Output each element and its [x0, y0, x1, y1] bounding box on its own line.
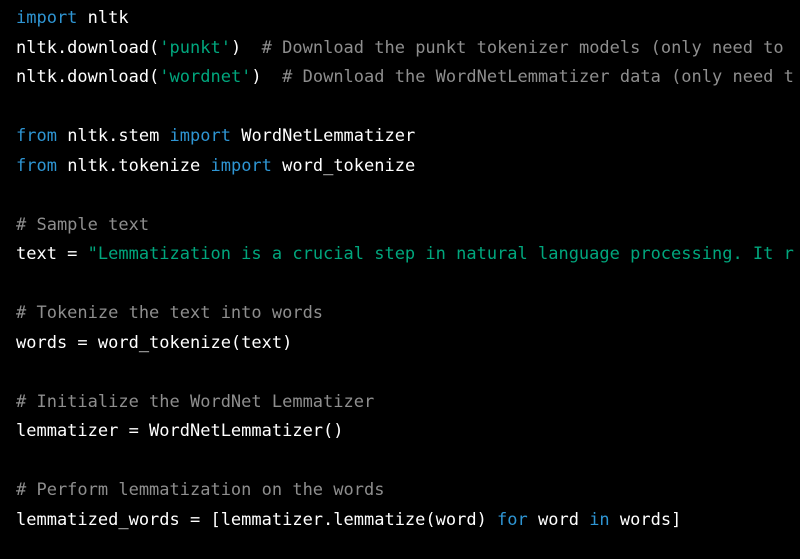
code-line: lemmatized_words = [lemmatizer.lemmatize… — [16, 506, 794, 536]
code-text: nltk — [77, 8, 129, 28]
code-keyword: from — [16, 126, 57, 146]
code-keyword: import — [210, 155, 272, 176]
code-text: nltk.download( — [16, 67, 160, 87]
code-text: nltk.stem — [56, 126, 170, 146]
code-text: word — [527, 509, 590, 530]
code-comment: # Sample text — [16, 214, 150, 235]
code-text: words] — [609, 509, 682, 530]
code-line: import nltk — [16, 4, 794, 34]
code-line: nltk.download('punkt') # Download the pu… — [16, 34, 794, 64]
code-line: from nltk.stem import WordNetLemmatizer — [16, 122, 794, 152]
code-line: words = word_tokenize(text) — [16, 329, 794, 359]
code-keyword: in — [589, 509, 610, 530]
code-line: # Initialize the WordNet Lemmatizer — [16, 388, 794, 418]
code-text: words = word_tokenize(text) — [16, 332, 293, 353]
code-line: # Sample text — [16, 211, 794, 241]
code-line: lemmatizer = WordNetLemmatizer() — [16, 417, 794, 447]
code-keyword: import — [16, 8, 78, 28]
code-text: word_tokenize — [271, 155, 416, 176]
code-comment: # Initialize the WordNet Lemmatizer — [16, 391, 375, 412]
code-text: lemmatizer = WordNetLemmatizer() — [16, 421, 344, 441]
code-text: ) — [251, 67, 283, 87]
code-line: from nltk.tokenize import word_tokenize — [16, 152, 794, 182]
code-string: "Lemmatization is a crucial step in natu… — [87, 244, 794, 264]
code-line: # Tokenize the text into words — [16, 299, 794, 329]
code-text: ) — [230, 37, 262, 58]
code-line: nltk.download('wordnet') # Download the … — [16, 63, 794, 93]
code-text: lemmatized_words = [lemmatizer.lemmatize… — [16, 509, 498, 530]
code-content: import nltk nltk.download('punkt') # Down… — [16, 4, 794, 535]
code-comment: # Download the WordNetLemmatizer data (o… — [282, 67, 794, 87]
code-comment: # Tokenize the text into words — [16, 303, 324, 323]
code-text: WordNetLemmatizer — [230, 126, 416, 146]
code-string: 'punkt' — [159, 37, 231, 58]
code-keyword: import — [169, 126, 231, 146]
code-text: nltk.tokenize — [56, 155, 211, 176]
code-string: 'wordnet' — [159, 67, 252, 87]
code-text: nltk.download( — [16, 37, 160, 58]
code-keyword: from — [16, 155, 57, 176]
code-line: text = "Lemmatization is a crucial step … — [16, 240, 794, 270]
code-text: text = — [16, 244, 88, 264]
code-keyword: for — [497, 509, 528, 530]
code-block: import nltk nltk.download('punkt') # Down… — [0, 0, 800, 559]
code-comment: # Perform lemmatization on the words — [16, 480, 385, 500]
code-line: # Perform lemmatization on the words — [16, 476, 794, 506]
code-comment: # Download the punkt tokenizer models (o… — [261, 37, 784, 58]
